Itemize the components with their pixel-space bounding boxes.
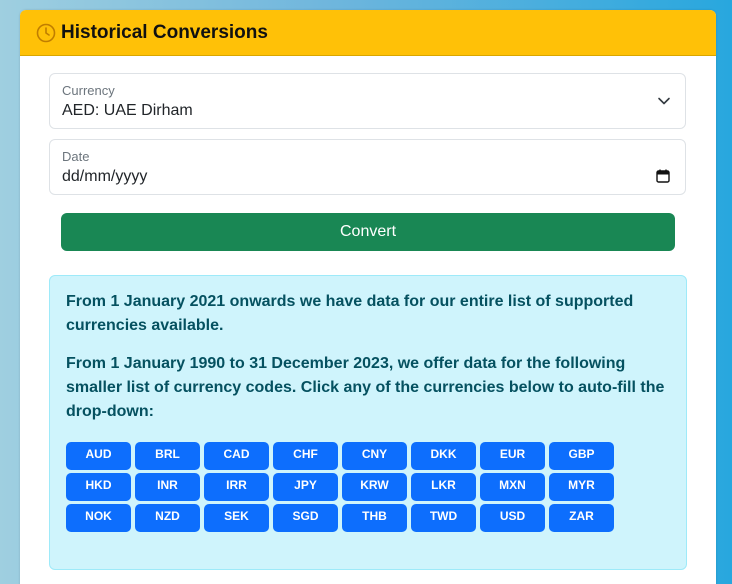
info-paragraph-1: From 1 January 2021 onwards we have data… <box>66 293 634 334</box>
currency-button-inr[interactable]: INR <box>135 473 200 501</box>
clock-icon <box>35 22 57 44</box>
currency-button-mxn[interactable]: MXN <box>480 473 545 501</box>
currency-button-zar[interactable]: ZAR <box>549 504 614 532</box>
currency-select[interactable]: Currency AED: UAE Dirham <box>49 73 686 129</box>
card-title: Historical Conversions <box>61 21 268 43</box>
chevron-down-icon <box>657 94 671 108</box>
historical-conversions-card: Historical Conversions Currency AED: UAE… <box>20 10 716 584</box>
currency-button-grid: AUD BRL CAD CHF CNY DKK EUR GBP HKD INR … <box>66 442 670 532</box>
currency-button-nzd[interactable]: NZD <box>135 504 200 532</box>
card-header: Historical Conversions <box>20 10 716 56</box>
currency-label: Currency <box>62 83 115 98</box>
currency-button-jpy[interactable]: JPY <box>273 473 338 501</box>
currency-button-cad[interactable]: CAD <box>204 442 269 470</box>
date-label: Date <box>62 149 90 164</box>
currency-button-aud[interactable]: AUD <box>66 442 131 470</box>
date-input[interactable]: Date dd/mm/yyyy <box>49 139 686 195</box>
currency-button-gbp[interactable]: GBP <box>549 442 614 470</box>
calendar-icon[interactable] <box>655 168 671 184</box>
currency-button-lkr[interactable]: LKR <box>411 473 476 501</box>
currency-button-thb[interactable]: THB <box>342 504 407 532</box>
currency-button-brl[interactable]: BRL <box>135 442 200 470</box>
info-paragraph-2: From 1 January 1990 to 31 December 2023,… <box>66 355 665 420</box>
currency-button-dkk[interactable]: DKK <box>411 442 476 470</box>
currency-button-cny[interactable]: CNY <box>342 442 407 470</box>
convert-button[interactable]: Convert <box>61 213 675 251</box>
currency-button-sgd[interactable]: SGD <box>273 504 338 532</box>
currency-button-irr[interactable]: IRR <box>204 473 269 501</box>
currency-value: AED: UAE Dirham <box>62 102 193 119</box>
date-placeholder: dd/mm/yyyy <box>62 168 148 185</box>
currency-button-hkd[interactable]: HKD <box>66 473 131 501</box>
currency-button-sek[interactable]: SEK <box>204 504 269 532</box>
currency-button-twd[interactable]: TWD <box>411 504 476 532</box>
currency-button-nok[interactable]: NOK <box>66 504 131 532</box>
currency-button-myr[interactable]: MYR <box>549 473 614 501</box>
currency-button-eur[interactable]: EUR <box>480 442 545 470</box>
info-alert: From 1 January 2021 onwards we have data… <box>49 275 687 570</box>
currency-button-krw[interactable]: KRW <box>342 473 407 501</box>
currency-button-chf[interactable]: CHF <box>273 442 338 470</box>
currency-button-usd[interactable]: USD <box>480 504 545 532</box>
